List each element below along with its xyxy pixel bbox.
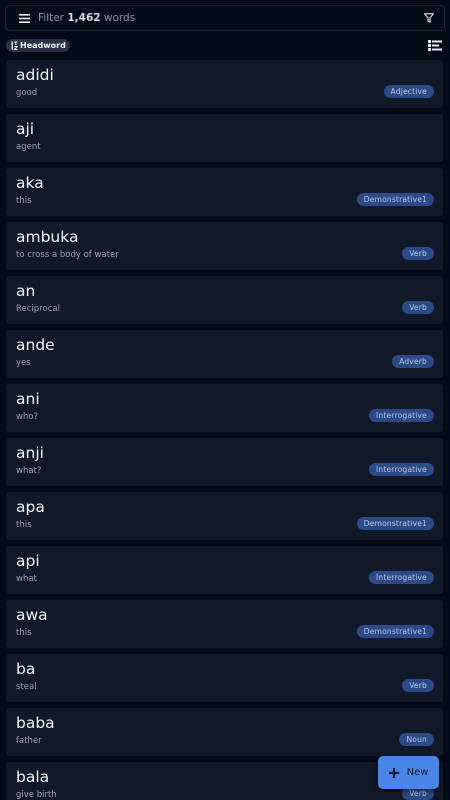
headword: an xyxy=(16,282,36,300)
list-item[interactable]: baba father Noun xyxy=(6,708,443,756)
headword: anji xyxy=(16,444,44,462)
headword: adidi xyxy=(16,66,54,84)
headword: ba xyxy=(16,660,36,678)
list-item[interactable]: ambuka to cross a body of water Verb xyxy=(6,222,443,270)
sort-toolbar: Headword xyxy=(6,38,444,52)
gloss: steal xyxy=(16,682,37,692)
word-list: adidi good Adjective aji agent aka this Demonst… xyxy=(6,60,444,800)
dictionary-app: Filter 1,462 words Headword adidi good A… xyxy=(0,0,450,800)
headword: bala xyxy=(16,768,50,786)
gloss: this xyxy=(16,520,32,530)
gloss: Reciprocal xyxy=(16,304,60,314)
list-item[interactable]: apa this Demonstrative1 xyxy=(6,492,443,540)
part-of-speech-badge: Demonstrative1 xyxy=(356,625,434,638)
gloss: good xyxy=(16,88,38,98)
gloss: father xyxy=(16,736,42,746)
list-item[interactable]: api what Interrogative xyxy=(6,546,443,594)
headword: aka xyxy=(16,174,44,192)
gloss: what? xyxy=(16,466,42,476)
headword: awa xyxy=(16,606,48,624)
sort-headword-chip[interactable]: Headword xyxy=(6,38,70,52)
list-item[interactable]: ani who? Interrogative xyxy=(6,384,443,432)
list-view-icon xyxy=(428,39,442,51)
part-of-speech-badge: Adverb xyxy=(392,355,434,368)
gloss: to cross a body of water xyxy=(16,250,119,260)
gloss: yes xyxy=(16,358,31,368)
headword: api xyxy=(16,552,40,570)
part-of-speech-badge: Verb xyxy=(402,301,434,314)
headword: ambuka xyxy=(16,228,79,246)
menu-button[interactable] xyxy=(12,6,36,30)
list-item[interactable]: an Reciprocal Verb xyxy=(6,276,443,324)
gloss: who? xyxy=(16,412,39,422)
gloss: agent xyxy=(16,142,41,152)
part-of-speech-badge: Interrogative xyxy=(368,409,434,422)
part-of-speech-badge: Interrogative xyxy=(368,571,434,584)
list-item[interactable]: adidi good Adjective xyxy=(6,60,443,108)
list-item[interactable]: anji what? Interrogative xyxy=(6,438,443,486)
part-of-speech-badge: Demonstrative1 xyxy=(356,193,434,206)
list-item[interactable]: ande yes Adverb xyxy=(6,330,443,378)
part-of-speech-badge: Verb xyxy=(402,247,434,260)
headword: apa xyxy=(16,498,45,516)
view-toggle-button[interactable] xyxy=(427,38,443,52)
sort-label: Headword xyxy=(20,40,66,50)
list-item[interactable]: aka this Demonstrative1 xyxy=(6,168,443,216)
new-word-button[interactable]: New xyxy=(378,756,439,789)
list-item[interactable]: aji agent xyxy=(6,114,443,162)
word-count: 1,462 xyxy=(67,12,101,24)
part-of-speech-badge: Verb xyxy=(402,679,434,692)
sort-az-icon xyxy=(11,41,18,50)
gloss: this xyxy=(16,196,32,206)
gloss: what xyxy=(16,574,37,584)
menu-icon xyxy=(18,13,30,23)
gloss: this xyxy=(16,628,32,638)
new-button-label: New xyxy=(406,767,429,778)
headword: aji xyxy=(16,120,35,138)
filter-icon xyxy=(424,13,434,23)
part-of-speech-badge: Interrogative xyxy=(368,463,434,476)
part-of-speech-badge: Adjective xyxy=(383,85,434,98)
filter-button[interactable] xyxy=(418,7,440,29)
part-of-speech-badge: Noun xyxy=(399,733,434,746)
search-bar: Filter 1,462 words xyxy=(5,5,445,31)
headword: baba xyxy=(16,714,55,732)
list-item[interactable]: awa this Demonstrative1 xyxy=(6,600,443,648)
plus-icon xyxy=(388,767,399,778)
list-item[interactable]: ba steal Verb xyxy=(6,654,443,702)
search-input[interactable]: Filter 1,462 words xyxy=(38,7,418,29)
headword: ani xyxy=(16,390,40,408)
headword: ande xyxy=(16,336,55,354)
part-of-speech-badge: Demonstrative1 xyxy=(356,517,434,530)
gloss: give birth xyxy=(16,790,57,800)
search-placeholder: Filter 1,462 words xyxy=(38,12,136,24)
